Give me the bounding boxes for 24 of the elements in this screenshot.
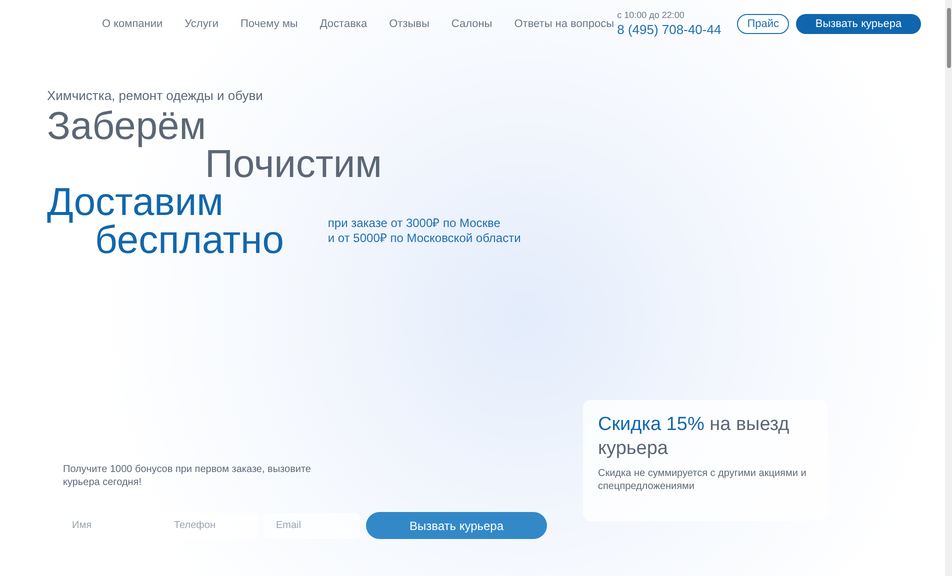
phone-link[interactable]: 8 (495) 708-40-44 <box>617 22 722 38</box>
hero-subtitle: Химчистка, ремонт одежды и обуви <box>47 87 264 105</box>
hero-heading: бесплатно <box>95 222 284 260</box>
delivery-note: и от 5000₽ по Московской области <box>328 230 521 246</box>
input-field[interactable]: Email <box>264 512 360 538</box>
working-hours: с 10:00 до 22:00 <box>617 10 686 22</box>
hero-heading: Заберём <box>47 108 206 146</box>
price-button[interactable]: Прайс <box>737 14 789 34</box>
delivery-note: при заказе от 3000₽ по Москве <box>328 216 502 230</box>
nav-link[interactable]: Доставка <box>320 16 368 32</box>
bonus-text: Получите 1000 бонусов при первом заказе, вызовите курьера сегодня! <box>63 463 312 489</box>
nav-link[interactable]: Услуги <box>184 16 218 32</box>
hero-heading: Почистим <box>205 146 382 184</box>
nav-link[interactable]: Ответы на вопросы <box>514 16 614 32</box>
hero-heading: Доставим <box>47 184 224 222</box>
promo-title: Скидка 15% на выезд курьера <box>598 414 790 459</box>
nav-link[interactable]: Почему мы <box>240 16 298 32</box>
call-courier-button[interactable]: Вызвать курьера <box>796 14 921 34</box>
nav-link[interactable]: Отзывы <box>389 16 430 32</box>
promo-text: Скидка не суммируется с другими акциями и спецпредложениями <box>598 467 808 493</box>
scrollbar[interactable] <box>945 0 952 576</box>
nav-link[interactable]: О компании <box>102 16 163 32</box>
nav-link[interactable]: Салоны <box>451 16 492 32</box>
call-courier-button[interactable]: Вызвать курьера <box>366 512 547 539</box>
